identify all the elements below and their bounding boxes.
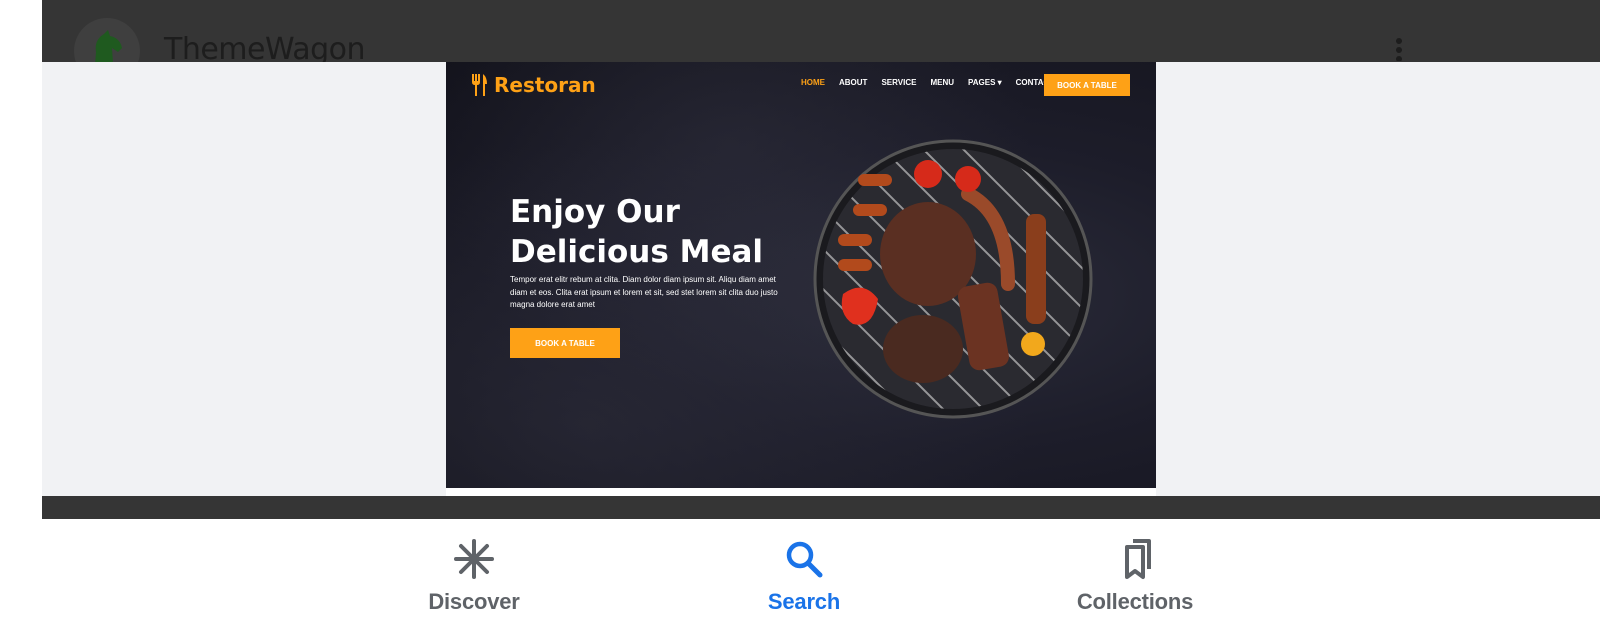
hero-title-line-2: Delicious Meal bbox=[510, 234, 764, 270]
site-nav: HOME ABOUT SERVICE MENU PAGES ▾ CONTACT bbox=[801, 78, 1068, 87]
tab-search-label: Search bbox=[767, 589, 841, 614]
site-nav-menu: MENU bbox=[930, 78, 954, 87]
tab-discover-label: Discover bbox=[428, 589, 520, 614]
site-logo: Restoran bbox=[470, 72, 596, 98]
horse-logo-icon[interactable] bbox=[74, 18, 140, 62]
bottom-dark-bar bbox=[42, 496, 1600, 519]
site-nav-pages: PAGES ▾ bbox=[968, 78, 1002, 87]
site-nav-service: SERVICE bbox=[881, 78, 917, 87]
site-nav-about: ABOUT bbox=[839, 78, 868, 87]
result-header: ThemeWagon bbox=[42, 0, 1600, 62]
site-logo-text: Restoran bbox=[494, 73, 596, 97]
tab-collections-label: Collections bbox=[1076, 589, 1194, 614]
site-book-table-top: BOOK A TABLE bbox=[1044, 74, 1130, 96]
tab-search[interactable]: Search bbox=[704, 537, 904, 615]
utensils-icon bbox=[472, 74, 487, 96]
bottom-navigation: Discover Search Collections bbox=[42, 519, 1600, 642]
source-name[interactable]: ThemeWagon bbox=[164, 32, 366, 62]
asterisk-icon bbox=[454, 539, 494, 579]
preview-image[interactable]: Restoran HOME ABOUT SERVICE MENU PAGES ▾… bbox=[446, 62, 1156, 488]
grill-food-image bbox=[813, 139, 1093, 419]
bookmarks-icon bbox=[1125, 539, 1151, 579]
site-nav-home: HOME bbox=[801, 78, 825, 87]
site-hero-text: Tempor erat elitr rebum at clita. Diam d… bbox=[510, 275, 778, 309]
more-vertical-icon[interactable] bbox=[1387, 37, 1411, 61]
site-hero-button: BOOK A TABLE bbox=[510, 328, 620, 358]
tab-collections[interactable]: Collections bbox=[1035, 537, 1235, 615]
tab-discover[interactable]: Discover bbox=[374, 537, 574, 615]
left-edge-strip bbox=[0, 0, 42, 642]
site-hero-title: Enjoy Our Delicious Meal bbox=[510, 192, 810, 272]
search-icon bbox=[786, 541, 823, 578]
hero-title-line-1: Enjoy Our bbox=[510, 194, 680, 230]
preview-bottom-edge bbox=[446, 488, 1156, 496]
